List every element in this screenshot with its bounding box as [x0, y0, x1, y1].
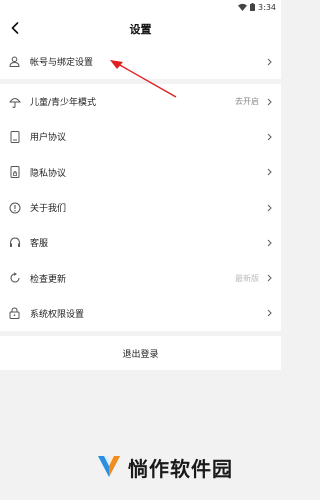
- row-label: 关于我们: [30, 204, 67, 215]
- battery-icon: [250, 3, 256, 11]
- page-title: 设置: [129, 23, 152, 36]
- row-value: 去开启: [235, 97, 259, 107]
- chevron-right-icon: [267, 57, 273, 66]
- row-customer-service[interactable]: 客服: [0, 225, 281, 260]
- umbrella-icon: [8, 95, 21, 108]
- chevron-right-icon: [267, 274, 273, 283]
- chevron-right-icon: [267, 168, 273, 177]
- watermark-logo-icon: [96, 452, 122, 482]
- chevron-right-icon: [267, 97, 273, 106]
- row-system-permissions[interactable]: 系统权限设置: [0, 296, 281, 331]
- row-check-update[interactable]: 检查更新 最新版: [0, 260, 281, 295]
- chevron-right-icon: [267, 309, 273, 318]
- settings-group: 儿童/青少年模式 去开启 用户协议 隐私协议 关于我们 客服 检查更新 最新版 …: [0, 84, 281, 331]
- lock-icon: [8, 307, 21, 320]
- document-icon: [8, 130, 21, 143]
- info-icon: [8, 201, 21, 214]
- logout-button[interactable]: 退出登录: [0, 336, 281, 370]
- settings-screen: 3:34 设置 帐号与绑定设置 儿童/青少年模式 去开启 用户协议 隐私协议 关…: [0, 0, 281, 500]
- status-time: 3:34: [258, 2, 276, 12]
- row-label: 隐私协议: [30, 168, 67, 179]
- row-label: 客服: [30, 239, 49, 250]
- page-header: 设置: [0, 14, 281, 44]
- privacy-document-icon: [8, 166, 21, 179]
- watermark: 惝作软件园: [96, 452, 233, 482]
- chevron-right-icon: [267, 203, 273, 212]
- row-user-agreement[interactable]: 用户协议: [0, 119, 281, 154]
- row-label: 用户协议: [30, 133, 67, 144]
- chevron-right-icon: [267, 132, 273, 141]
- status-bar: 3:34: [0, 0, 281, 14]
- headset-icon: [8, 236, 21, 249]
- chevron-right-icon: [267, 238, 273, 247]
- row-label: 系统权限设置: [30, 309, 85, 320]
- wifi-icon: [238, 3, 248, 11]
- row-privacy-agreement[interactable]: 隐私协议: [0, 155, 281, 190]
- annotation-arrow: [110, 60, 177, 98]
- row-about-us[interactable]: 关于我们: [0, 190, 281, 225]
- row-label: 检查更新: [30, 274, 67, 285]
- watermark-text: 惝作软件园: [128, 456, 233, 481]
- logout-group: 退出登录: [0, 336, 281, 370]
- row-value: 最新版: [235, 273, 259, 283]
- refresh-icon: [8, 272, 21, 285]
- user-icon: [8, 55, 21, 68]
